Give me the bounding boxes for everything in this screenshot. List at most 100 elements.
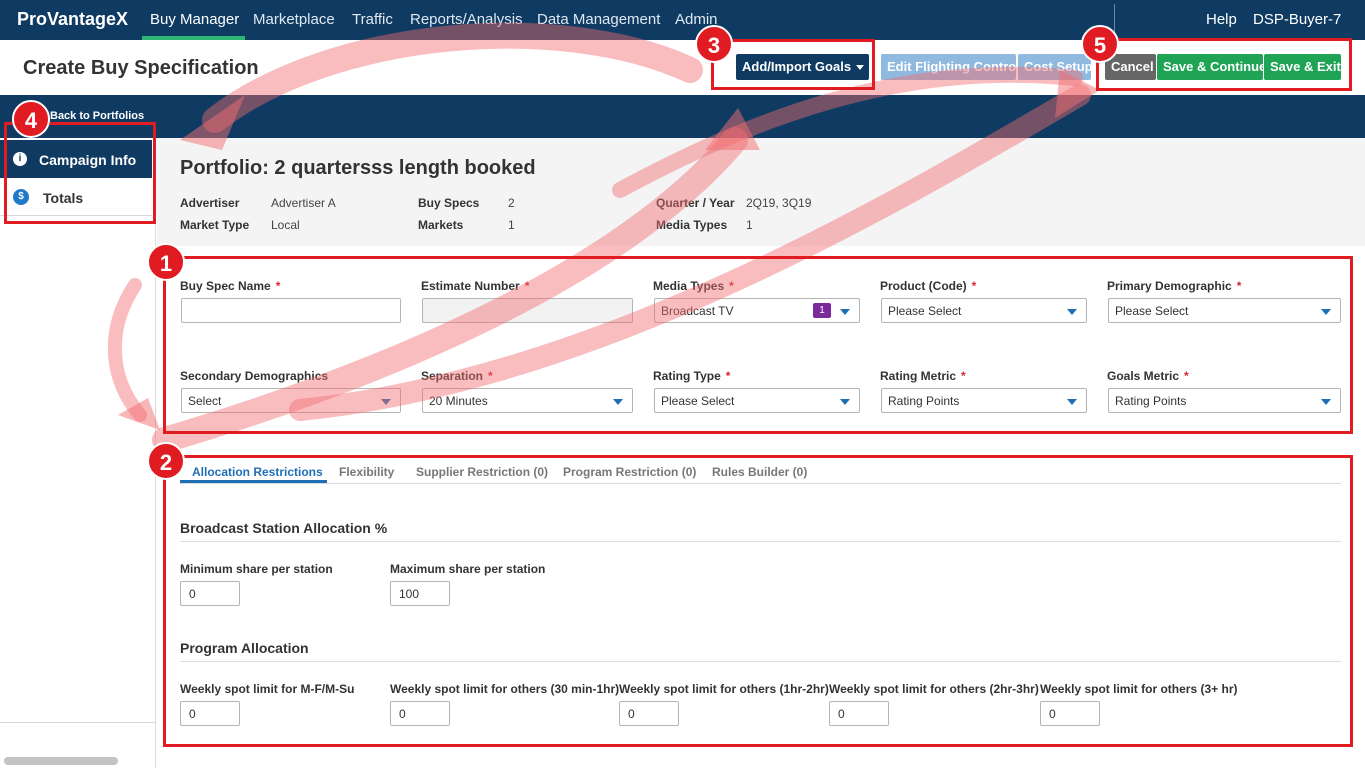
rating-type-label: Rating Type * bbox=[653, 369, 730, 383]
media-types-field-label: Media Types * bbox=[653, 279, 734, 293]
program-allocation-title: Program Allocation bbox=[180, 640, 309, 656]
nav-marketplace[interactable]: Marketplace bbox=[253, 11, 335, 28]
add-import-goals-label: Add/Import Goals bbox=[742, 59, 852, 74]
secondary-demographics-select[interactable]: Select bbox=[181, 388, 401, 413]
section-divider bbox=[180, 541, 1341, 542]
quarter-year-value: 2Q19, 3Q19 bbox=[746, 196, 812, 210]
required-mark: * bbox=[524, 279, 530, 293]
required-mark: * bbox=[1236, 279, 1242, 293]
select-value: 20 Minutes bbox=[429, 394, 488, 408]
estimate-number-input[interactable] bbox=[422, 298, 633, 323]
caret-down-icon bbox=[856, 65, 865, 71]
quarter-year-label: Quarter / Year bbox=[656, 196, 735, 210]
broadcast-allocation-title: Broadcast Station Allocation % bbox=[180, 520, 388, 536]
primary-demographic-select[interactable]: Please Select bbox=[1108, 298, 1341, 323]
rating-type-select[interactable]: Please Select bbox=[654, 388, 860, 413]
min-share-input[interactable] bbox=[180, 581, 240, 606]
separation-select[interactable]: 20 Minutes bbox=[422, 388, 633, 413]
primary-demographic-label: Primary Demographic * bbox=[1107, 279, 1241, 293]
label-text: Separation bbox=[421, 369, 484, 383]
portfolio-summary bbox=[157, 138, 1365, 246]
label-text: Estimate Number bbox=[421, 279, 520, 293]
select-value: Rating Points bbox=[888, 394, 960, 408]
max-share-input[interactable] bbox=[390, 581, 450, 606]
dropdown-arrow-icon bbox=[1321, 399, 1331, 405]
tab-flexibility[interactable]: Flexibility bbox=[339, 465, 394, 479]
markets-value: 1 bbox=[508, 218, 515, 232]
help-link[interactable]: Help bbox=[1206, 11, 1237, 28]
edit-flighting-control-button[interactable]: Edit Flighting Control bbox=[881, 54, 1020, 80]
sidebar-scrollbar[interactable] bbox=[4, 757, 118, 765]
select-value: Please Select bbox=[888, 304, 962, 318]
max-share-label: Maximum share per station bbox=[390, 562, 546, 576]
product-code-select[interactable]: Please Select bbox=[881, 298, 1087, 323]
goals-metric-select[interactable]: Rating Points bbox=[1108, 388, 1341, 413]
label-text: Primary Demographic bbox=[1107, 279, 1232, 293]
sidebar-item-label: Totals bbox=[43, 190, 84, 206]
product-code-label: Product (Code) * bbox=[880, 279, 976, 293]
label-text: Rating Type bbox=[653, 369, 721, 383]
label-text: Media Types bbox=[653, 279, 725, 293]
dropdown-arrow-icon bbox=[381, 399, 391, 405]
selected-count-badge: 1 bbox=[813, 303, 831, 318]
save-continue-button[interactable]: Save & Continue bbox=[1157, 54, 1266, 80]
spot-limit-2hr-input[interactable] bbox=[829, 701, 889, 726]
sidebar-item-label: Campaign Info bbox=[39, 152, 137, 168]
back-to-portfolios-link[interactable]: Back to Portfolios bbox=[50, 110, 144, 122]
brand-logo[interactable]: ProVantageX bbox=[17, 9, 128, 30]
tab-program-restriction[interactable]: Program Restriction (0) bbox=[563, 465, 696, 479]
dollar-icon: $ bbox=[13, 189, 29, 205]
secondary-demographics-label: Secondary Demographics bbox=[180, 369, 329, 383]
buy-specs-value: 2 bbox=[508, 196, 515, 210]
nav-reports-analysis[interactable]: Reports/Analysis bbox=[410, 11, 523, 28]
nav-divider bbox=[1114, 4, 1115, 38]
tab-rules-builder[interactable]: Rules Builder (0) bbox=[712, 465, 807, 479]
spot-limit-30min-label: Weekly spot limit for others (30 min-1hr… bbox=[390, 682, 620, 696]
rating-metric-select[interactable]: Rating Points bbox=[881, 388, 1087, 413]
add-import-goals-button[interactable]: Add/Import Goals bbox=[736, 54, 869, 80]
market-type-value: Local bbox=[271, 218, 300, 232]
save-exit-button[interactable]: Save & Exit bbox=[1264, 54, 1341, 80]
sidebar-item-totals[interactable]: $ Totals bbox=[0, 178, 152, 216]
annotation-box-tabs bbox=[163, 455, 1353, 747]
sidebar-divider bbox=[0, 722, 156, 723]
label-text: Rating Metric bbox=[880, 369, 957, 383]
tab-allocation-restrictions[interactable]: Allocation Restrictions bbox=[192, 465, 323, 479]
estimate-number-label: Estimate Number * bbox=[421, 279, 529, 293]
nav-buy-manager[interactable]: Buy Manager bbox=[150, 11, 239, 28]
dropdown-arrow-icon bbox=[1067, 399, 1077, 405]
select-value: Broadcast TV bbox=[661, 304, 734, 318]
cancel-button[interactable]: Cancel bbox=[1105, 54, 1156, 80]
spot-limit-1hr-label: Weekly spot limit for others (1hr-2hr) bbox=[619, 682, 829, 696]
nav-admin[interactable]: Admin bbox=[675, 11, 718, 28]
user-menu[interactable]: DSP-Buyer-7 bbox=[1253, 11, 1341, 28]
section-divider bbox=[180, 661, 1341, 662]
spot-limit-mf-input[interactable] bbox=[180, 701, 240, 726]
tab-supplier-restriction[interactable]: Supplier Restriction (0) bbox=[416, 465, 548, 479]
required-mark: * bbox=[971, 279, 977, 293]
spot-limit-mf-label: Weekly spot limit for M-F/M-Su bbox=[180, 682, 355, 696]
media-types-value: 1 bbox=[746, 218, 753, 232]
buy-spec-name-input[interactable] bbox=[181, 298, 401, 323]
select-value: Rating Points bbox=[1115, 394, 1187, 408]
rating-metric-label: Rating Metric * bbox=[880, 369, 966, 383]
spot-limit-30min-input[interactable] bbox=[390, 701, 450, 726]
separation-label: Separation * bbox=[421, 369, 493, 383]
spot-limit-1hr-input[interactable] bbox=[619, 701, 679, 726]
label-text: Goals Metric bbox=[1107, 369, 1180, 383]
cost-setup-button[interactable]: Cost Setup bbox=[1018, 54, 1093, 80]
sidebar-item-campaign-info[interactable]: i Campaign Info bbox=[0, 140, 152, 178]
nav-data-management[interactable]: Data Management bbox=[537, 11, 660, 28]
nav-traffic[interactable]: Traffic bbox=[352, 11, 393, 28]
buy-spec-name-label: Buy Spec Name * bbox=[180, 279, 280, 293]
spot-limit-2hr-label: Weekly spot limit for others (2hr-3hr) bbox=[829, 682, 1039, 696]
markets-label: Markets bbox=[418, 218, 464, 232]
media-types-select[interactable]: Broadcast TV 1 bbox=[654, 298, 860, 323]
sidebar bbox=[0, 138, 156, 768]
buy-specs-label: Buy Specs bbox=[418, 196, 480, 210]
required-mark: * bbox=[488, 369, 493, 383]
dropdown-arrow-icon bbox=[840, 309, 850, 315]
spot-limit-3hr-input[interactable] bbox=[1040, 701, 1100, 726]
min-share-label: Minimum share per station bbox=[180, 562, 333, 576]
info-icon: i bbox=[13, 152, 27, 166]
